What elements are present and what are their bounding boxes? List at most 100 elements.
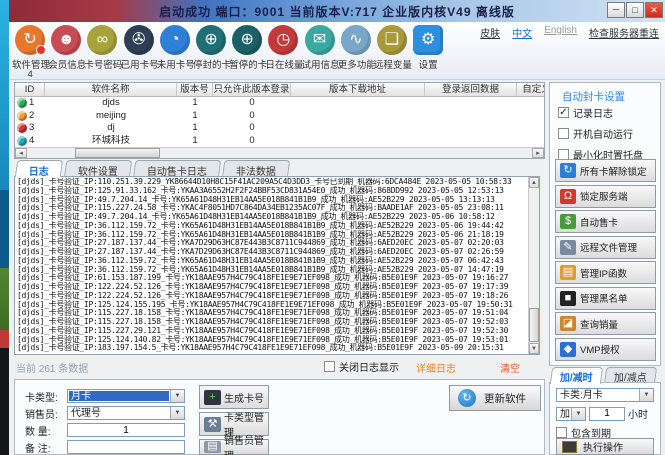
table-header-cell[interactable]: 登录返回数据 (425, 83, 517, 96)
note-input[interactable] (67, 440, 185, 454)
table-row[interactable]: 1 djds 1 0 (15, 97, 544, 110)
sidebar-button-label: VMP授权 (580, 342, 620, 356)
adjust-unit-label: 小时 (628, 406, 648, 421)
manage-ip-icon: ▤ (560, 265, 576, 280)
close-button[interactable]: ✕ (645, 2, 663, 18)
clear-log-link[interactable]: 清空 (500, 360, 520, 375)
software-manage-icon: ↻ (15, 25, 45, 55)
sidebar-button[interactable]: Ω 锁定服务端 (555, 185, 656, 208)
skin-link[interactable]: 皮肤 (480, 25, 500, 40)
table-header-cell[interactable]: 版本号 (177, 83, 213, 96)
detail-log-link[interactable]: 详细日志 (416, 360, 456, 375)
scrollbar-thumb[interactable] (529, 308, 539, 342)
settings-checkbox[interactable]: 开机自动运行 (558, 126, 643, 141)
sidebar-buttons: ↻ 所有卡解除锁定 Ω 锁定服务端 $ 自动售卡 ✎ 远程文件管理 ▤ 管理IP… (555, 159, 656, 363)
toolbar-item[interactable]: ∿ 更多功能 (338, 25, 374, 79)
table-horizontal-scrollbar[interactable]: ◂ ▸ (15, 147, 544, 158)
row-custom (517, 122, 545, 135)
unused-cards-icon: ◔ (160, 25, 190, 55)
table-header-cell[interactable]: 版本下载地址 (291, 83, 425, 96)
adjust-card-type-select[interactable]: 卡类:月卡 ▼ (556, 388, 654, 402)
scrollbar-thumb[interactable] (75, 148, 160, 158)
tab[interactable]: 日志 (15, 160, 63, 177)
sidebar-button-label: 自动售卡 (580, 215, 618, 229)
update-software-button[interactable]: ↻ 更新软件 (449, 385, 541, 411)
adjust-amount-input[interactable] (589, 407, 625, 421)
table-row[interactable]: 2 meijing 1 0 (15, 110, 544, 123)
toolbar-item[interactable]: ☻ 会员信息 (48, 25, 84, 79)
sidebar-button[interactable]: ↻ 所有卡解除锁定 (555, 159, 656, 182)
software-table: ID 软件名称 版本号 只允许此版本登录 版本下载地址 登录返回数据 自定义 1… (14, 82, 545, 159)
toolbar-item[interactable]: ↻ 软件管理 4 (12, 25, 48, 79)
toolbar-item[interactable]: ✉ 试用信息 (302, 25, 338, 79)
adjust-card-value: 卡类:月卡 (558, 390, 638, 400)
chevron-down-icon[interactable]: ▼ (170, 407, 184, 419)
toolbar-item[interactable]: ✇ 已用卡号 (121, 25, 157, 79)
settings-checkbox[interactable]: 记录日志 (558, 105, 643, 120)
table-header-cell[interactable]: 只允许此版本登录 (213, 83, 291, 96)
row-custom (517, 97, 545, 110)
adjust-tab[interactable]: 加/减时 (550, 367, 603, 384)
toolbar-item[interactable]: ❏ 远程变量 (374, 25, 410, 79)
log-vertical-scrollbar[interactable]: ▲ ▼ (528, 177, 539, 354)
remote-file-icon: ✎ (560, 240, 576, 255)
log-panel[interactable]: [djds]_卡号验证_IP:110.251.39.229_YK86644D10… (14, 176, 540, 355)
daily-online-icon: ◷ (268, 25, 298, 55)
sidebar-button[interactable]: ✎ 远程文件管理 (555, 236, 656, 259)
seller-select[interactable]: 代理号 ▼ (67, 406, 185, 420)
auto-ban-settings-link[interactable]: 自动封卡设置 (562, 89, 625, 104)
generate-cards-button[interactable]: + 生成卡号 (199, 385, 269, 409)
toolbar-item-badge-count: 4 (12, 71, 48, 79)
adjust-op-select[interactable]: 加 ▼ (556, 407, 586, 421)
toolbar-item-label: 卡号密码 (84, 57, 120, 71)
toolbar-item[interactable]: ⚙ 设置 (410, 25, 446, 79)
maximize-button[interactable]: □ (626, 2, 644, 18)
toolbar-item[interactable]: ◔ 未用卡号 (157, 25, 193, 79)
minimize-button[interactable]: － (607, 2, 625, 18)
row-download-url (291, 110, 425, 123)
scroll-right-arrow-icon[interactable]: ▸ (532, 148, 544, 158)
toolbar-item[interactable]: ⊕ 暂停的卡 (229, 25, 265, 79)
toolbar-item[interactable]: ⊕ 停封的卡 (193, 25, 229, 79)
row-id: 3 (29, 122, 34, 134)
toolbar-item[interactable]: ◷ 日在线量 (265, 25, 301, 79)
row-login-return (425, 110, 517, 123)
english-link[interactable]: English (544, 25, 577, 40)
sidebar-button[interactable]: ■ 管理黑名单 (555, 287, 656, 310)
desktop-edge (0, 0, 9, 455)
scroll-left-arrow-icon[interactable]: ◂ (15, 148, 27, 158)
chevron-down-icon[interactable]: ▼ (639, 389, 653, 401)
scroll-down-arrow-icon[interactable]: ▼ (529, 343, 539, 354)
toolbar: ↻ 软件管理 4 ☻ 会员信息 ∞ 卡号密码 ✇ 已用卡号 (9, 22, 665, 80)
sidebar-button[interactable]: ▤ 管理IP函数 (555, 261, 656, 284)
checkbox-icon (324, 361, 335, 372)
chevron-down-icon[interactable]: ▼ (571, 408, 585, 420)
card-type-select[interactable]: 月卡 ▼ (67, 389, 185, 403)
manage-sellers-button[interactable]: ▤ 销售员管理 (199, 439, 269, 455)
sidebar-button[interactable]: ◆ VMP授权 (555, 338, 656, 361)
used-cards-icon: ✇ (124, 25, 154, 55)
table-body: 1 djds 1 0 2 meijing 1 0 3 dj (15, 97, 544, 147)
table-header-cell[interactable]: 软件名称 (45, 83, 177, 96)
sidebar-button[interactable]: $ 自动售卡 (555, 210, 656, 233)
table-header-cell[interactable]: 自定义 (517, 83, 545, 96)
table-row[interactable]: 4 环城科技 1 0 (15, 135, 544, 148)
quantity-input[interactable] (67, 423, 185, 437)
row-login-return (425, 122, 517, 135)
query-sales-icon: ◪ (560, 316, 576, 331)
scroll-up-arrow-icon[interactable]: ▲ (529, 177, 539, 188)
row-software-name: meijing (45, 110, 177, 123)
check-server-link[interactable]: 检查服务器重连 (589, 25, 659, 40)
chinese-link[interactable]: 中文 (512, 25, 532, 40)
sidebar-button[interactable]: ◪ 查询销量 (555, 312, 656, 335)
table-row[interactable]: 3 dj 1 0 (15, 122, 544, 135)
sidebar-button-label: 管理黑名单 (580, 291, 628, 305)
chevron-down-icon[interactable]: ▼ (170, 390, 184, 402)
adjust-op-value: 加 (558, 409, 570, 419)
row-software-name: djds (45, 97, 177, 110)
execute-button[interactable]: 执行操作 (556, 438, 654, 455)
table-header-cell[interactable]: ID (15, 83, 45, 96)
toolbar-item[interactable]: ∞ 卡号密码 (84, 25, 120, 79)
close-log-checkbox[interactable]: 关闭日志显示 (324, 359, 399, 374)
note-label: 备 注: (25, 440, 67, 455)
